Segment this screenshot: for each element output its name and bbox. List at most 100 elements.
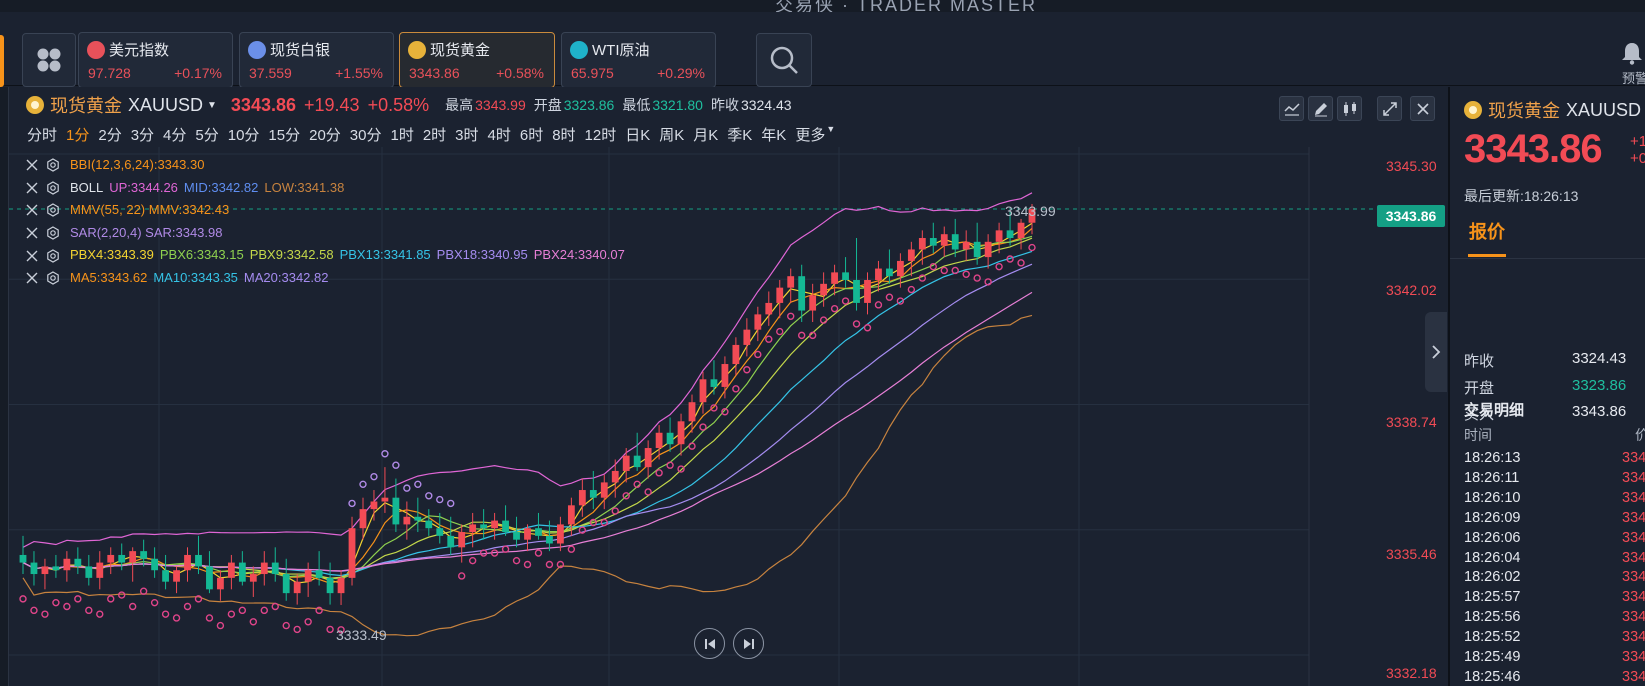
interval-9[interactable]: 30分 <box>350 124 382 145</box>
interval-4[interactable]: 4分 <box>163 124 186 145</box>
candle <box>962 241 970 250</box>
instrument-name[interactable]: 现货黄金 <box>50 92 122 118</box>
collapse-panel-button[interactable] <box>1425 312 1447 392</box>
interval-7[interactable]: 15分 <box>268 124 300 145</box>
skip-back-icon <box>704 638 715 649</box>
trade-row: 18:25:57 3343.76 <box>1464 588 1645 608</box>
chart-type-button[interactable] <box>1337 96 1362 121</box>
interval-8[interactable]: 20分 <box>309 124 341 145</box>
settings-icon[interactable] <box>46 181 60 195</box>
remove-indicator-icon[interactable] <box>26 272 38 284</box>
interval-2[interactable]: 2分 <box>98 124 121 145</box>
indicator-button[interactable] <box>1279 96 1304 121</box>
expand-button[interactable] <box>1377 96 1402 121</box>
interval-10[interactable]: 1时 <box>390 124 413 145</box>
interval-21[interactable]: 年K <box>761 124 786 145</box>
settings-icon[interactable] <box>46 226 60 240</box>
interval-19[interactable]: 月K <box>693 124 718 145</box>
interval-14[interactable]: 6时 <box>520 124 543 145</box>
candle <box>41 566 49 575</box>
candle <box>315 570 323 578</box>
remove-indicator-icon[interactable] <box>26 182 38 194</box>
ticker-2[interactable]: 现货黄金 3343.86 +0.58% <box>399 32 555 88</box>
sar-dot <box>304 618 312 626</box>
sar-dot <box>830 304 839 313</box>
interval-20[interactable]: 季K <box>727 124 752 145</box>
interval-5[interactable]: 5分 <box>195 124 218 145</box>
interval-22[interactable]: 更多 <box>795 124 825 145</box>
sar-dot <box>107 595 115 603</box>
sar-dot <box>468 556 477 565</box>
low-marker-label: 3333.49 <box>336 627 387 643</box>
title-bar: 交易侠 · TRADER MASTER <box>0 0 1645 12</box>
remove-indicator-icon[interactable] <box>26 227 38 239</box>
sar-dot <box>863 324 872 332</box>
sidebar-toggle[interactable] <box>0 35 4 87</box>
candle <box>589 490 597 498</box>
trade-row: 18:26:02 3343.78 <box>1464 568 1645 588</box>
candle <box>293 581 301 594</box>
quote-change-block: +19.43 +0.58% <box>1630 133 1645 167</box>
indicator-row: PBX4:3343.39 PBX6:3343.15 PBX9:3342.58 PBX1… <box>26 244 631 267</box>
ticker-1[interactable]: 现货白银 37.559 +1.55% <box>239 32 394 88</box>
high-marker-label: 3343.99 <box>1005 203 1056 219</box>
alert-button[interactable]: 预警 <box>1615 38 1645 86</box>
remove-indicator-icon[interactable] <box>26 204 38 216</box>
remove-indicator-icon[interactable] <box>26 159 38 171</box>
trades-list: 18:26:13 3343.86 18:26:11 3343.84 18:26:10 33… <box>1464 449 1645 686</box>
candle <box>907 249 915 261</box>
trade-price: 3343.66 <box>1622 668 1645 685</box>
settings-icon[interactable] <box>46 158 60 172</box>
col-price: 价 <box>1635 425 1645 445</box>
ticker-0[interactable]: 美元指数 97.728 +0.17% <box>78 32 233 88</box>
grid-icon <box>37 48 61 72</box>
interval-16[interactable]: 12时 <box>585 124 617 145</box>
scroll-to-end-button[interactable] <box>733 628 764 659</box>
candle <box>458 532 466 548</box>
candle <box>52 566 60 571</box>
tab-quote[interactable]: 报价 <box>1469 218 1505 244</box>
candle <box>929 238 937 246</box>
interval-6[interactable]: 10分 <box>228 124 260 145</box>
settings-icon[interactable] <box>46 248 60 263</box>
sar-dot <box>688 442 696 450</box>
settings-icon[interactable] <box>46 203 60 218</box>
candle <box>820 283 828 296</box>
interval-0[interactable]: 分时 <box>27 124 57 145</box>
interval-18[interactable]: 周K <box>659 124 684 145</box>
sar-dot <box>436 495 444 504</box>
candle <box>63 558 71 571</box>
remove-indicator-icon[interactable] <box>26 250 38 262</box>
trade-row: 18:26:04 3343.80 <box>1464 549 1645 569</box>
trade-row: 18:26:10 3343.86 <box>1464 489 1645 509</box>
interval-3[interactable]: 3分 <box>131 124 154 145</box>
candle <box>853 280 860 303</box>
interval-12[interactable]: 3时 <box>455 124 478 145</box>
apps-grid-button[interactable] <box>22 33 76 87</box>
interval-15[interactable]: 8时 <box>552 124 575 145</box>
interval-13[interactable]: 4时 <box>488 124 511 145</box>
draw-button[interactable] <box>1308 96 1333 121</box>
ticker-price: 3343.86 <box>409 65 460 81</box>
candle <box>535 528 542 536</box>
more-dropdown-icon[interactable]: ▼ <box>826 124 835 145</box>
ticker-3[interactable]: WTI原油 65.975 +0.29% <box>561 32 716 88</box>
indicator-legend: BBI(12,3,6,24):3343.30 BOLL UP:3344.26 MID:… <box>26 154 631 290</box>
low-label: 最低 <box>622 97 651 113</box>
interval-1[interactable]: 1分 <box>66 124 89 145</box>
current-price-tag: 3343.86 <box>1377 205 1445 227</box>
search-button[interactable] <box>756 33 812 87</box>
quote-label: 昨收 <box>1464 353 1495 370</box>
close-chart-button[interactable] <box>1410 96 1435 121</box>
sar-dot <box>743 366 751 374</box>
interval-17[interactable]: 日K <box>625 124 650 145</box>
interval-11[interactable]: 2时 <box>423 124 446 145</box>
trade-price: 3343.86 <box>1622 450 1645 466</box>
instrument-symbol[interactable]: XAUUSD <box>128 95 203 116</box>
scroll-to-start-button[interactable] <box>694 628 725 659</box>
candle <box>984 241 992 258</box>
trade-row: 18:25:49 3343.68 <box>1464 648 1645 668</box>
symbol-dropdown-icon[interactable]: ▼ <box>207 100 217 111</box>
trade-time: 18:25:56 <box>1464 609 1521 626</box>
settings-icon[interactable] <box>46 271 60 285</box>
